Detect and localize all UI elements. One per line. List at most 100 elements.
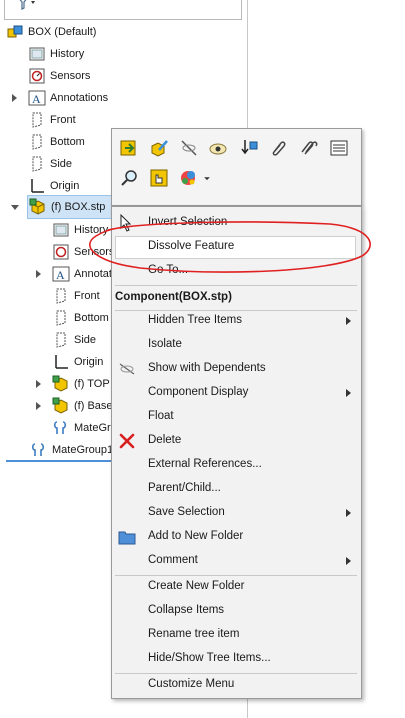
plane-icon — [56, 332, 66, 348]
menu-delete[interactable]: Delete — [112, 429, 361, 453]
annotations-icon: A — [28, 90, 46, 106]
invert-selection-icon — [120, 214, 132, 232]
tree-item-label: History — [50, 48, 85, 60]
tree-item-annotations[interactable]: A Annotations — [28, 88, 108, 108]
menu-collapse-items[interactable]: Collapse Items — [112, 599, 361, 623]
sub-item-top[interactable]: (f) TOP — [52, 374, 110, 394]
sub-item-side[interactable]: Side — [52, 330, 96, 350]
svg-text:A: A — [56, 268, 65, 282]
tree-item-side[interactable]: Side — [28, 154, 72, 174]
collapse-chevron-icon[interactable] — [11, 202, 19, 212]
paperclip-icon[interactable] — [267, 137, 289, 159]
menu-component-display[interactable]: Component Display — [112, 381, 361, 405]
menu-external-references[interactable]: External References... — [112, 453, 361, 477]
sub-item-base[interactable]: (f) Base — [52, 396, 113, 416]
menu-hidden-tree-items[interactable]: Hidden Tree Items — [112, 309, 361, 333]
menu-dissolve-feature[interactable]: Dissolve Feature — [112, 235, 361, 259]
menu-parent-child[interactable]: Parent/Child... — [112, 477, 361, 501]
filter-icon[interactable] — [15, 0, 37, 11]
sensors-icon — [53, 244, 69, 260]
sub-item-sensors[interactable]: Sensors — [52, 242, 114, 262]
menu-comment[interactable]: Comment — [112, 549, 361, 573]
tree-filter-box[interactable] — [4, 0, 242, 20]
tree-item-front[interactable]: Front — [28, 110, 76, 130]
menu-save-selection[interactable]: Save Selection — [112, 501, 361, 525]
sub-item-history[interactable]: History — [52, 220, 108, 240]
tree-item-label: Side — [74, 334, 97, 346]
tree-item-label: Bottom — [50, 136, 85, 148]
component-label: (f) BOX.stp — [51, 201, 106, 213]
mate-icon[interactable] — [297, 137, 319, 159]
submenu-arrow-icon — [346, 389, 351, 397]
tree-root-label: BOX (Default) — [28, 26, 97, 38]
menu-hide-show-tree-items[interactable]: Hide/Show Tree Items... — [112, 647, 361, 671]
submenu-arrow-icon — [346, 509, 351, 517]
dropdown-arrow-icon[interactable] — [200, 167, 214, 189]
plane-icon — [32, 112, 42, 128]
tree-item-label: Origin — [74, 356, 104, 368]
plane-icon — [32, 156, 42, 172]
tree-item-label: Bottom — [74, 312, 109, 324]
menu-header-component: Component(BOX.stp) — [115, 291, 232, 303]
menu-create-new-folder[interactable]: Create New Folder — [112, 575, 361, 599]
tree-item-label: (f) Base — [74, 400, 113, 412]
plane-icon — [32, 134, 42, 150]
edit-part-icon[interactable] — [148, 137, 170, 159]
tree-root-part[interactable]: BOX (Default) — [6, 22, 96, 42]
zoom-to-selection-icon[interactable] — [118, 167, 140, 189]
menu-invert-selection[interactable]: Invert Selection — [112, 211, 361, 235]
context-menu: Invert Selection Dissolve Feature Go To.… — [111, 206, 362, 699]
menu-add-to-new-folder[interactable]: Add to New Folder — [112, 525, 361, 549]
sub-item-bottom[interactable]: Bottom — [52, 308, 109, 328]
menu-show-with-dependents[interactable]: Show with Dependents — [112, 357, 361, 381]
expand-chevron-icon[interactable] — [11, 93, 19, 103]
mates-icon — [31, 443, 45, 456]
part-icon — [52, 375, 68, 392]
appearance-icon[interactable] — [178, 167, 200, 189]
plane-icon — [56, 288, 66, 304]
tree-item-label: Annotations — [50, 92, 109, 104]
plane-icon — [56, 310, 66, 326]
part-icon — [52, 397, 68, 414]
tree-item-label: Sensors — [74, 246, 115, 258]
tree-item-mategroup1[interactable]: MateGroup1 — [30, 440, 113, 460]
tree-item-component-box[interactable]: (f) BOX.stp — [29, 197, 105, 217]
expand-chevron-icon[interactable] — [35, 401, 43, 411]
open-part-icon[interactable] — [118, 137, 140, 159]
sub-item-origin[interactable]: Origin — [52, 352, 103, 372]
history-folder-icon — [53, 223, 69, 237]
menu-customize-menu[interactable]: Customize Menu — [112, 673, 361, 697]
tree-item-history[interactable]: History — [28, 44, 84, 64]
menu-float[interactable]: Float — [112, 405, 361, 429]
properties-icon[interactable] — [328, 137, 350, 159]
hand-select-icon[interactable] — [148, 167, 170, 189]
menu-separator — [115, 285, 357, 286]
submenu-arrow-icon — [346, 557, 351, 565]
mates-icon — [53, 421, 67, 434]
origin-icon — [55, 355, 68, 369]
show-icon[interactable] — [207, 137, 229, 159]
tree-item-origin[interactable]: Origin — [28, 176, 79, 196]
origin-icon — [31, 179, 44, 193]
tree-item-label: Sensors — [50, 70, 91, 82]
expand-chevron-icon[interactable] — [35, 379, 43, 389]
hide-icon[interactable] — [178, 137, 200, 159]
menu-isolate[interactable]: Isolate — [112, 333, 361, 357]
tree-item-sensors[interactable]: Sensors — [28, 66, 90, 86]
menu-go-to[interactable]: Go To... — [112, 259, 361, 283]
context-toolbar — [111, 128, 362, 206]
menu-rename-tree-item[interactable]: Rename tree item — [112, 623, 361, 647]
show-dependents-icon — [119, 363, 135, 375]
assembly-icon — [7, 25, 23, 38]
sensors-icon — [29, 68, 45, 84]
part-icon — [29, 198, 45, 215]
sub-item-front[interactable]: Front — [52, 286, 100, 306]
expand-chevron-icon[interactable] — [35, 269, 43, 279]
tree-item-label: Side — [50, 158, 73, 170]
tree-item-label: Origin — [50, 180, 80, 192]
annotations-icon: A — [52, 266, 70, 282]
tree-item-label: Front — [50, 114, 76, 126]
tree-item-bottom[interactable]: Bottom — [28, 132, 85, 152]
isolate-fixed-icon[interactable] — [238, 137, 260, 159]
tree-item-label: Front — [74, 290, 100, 302]
